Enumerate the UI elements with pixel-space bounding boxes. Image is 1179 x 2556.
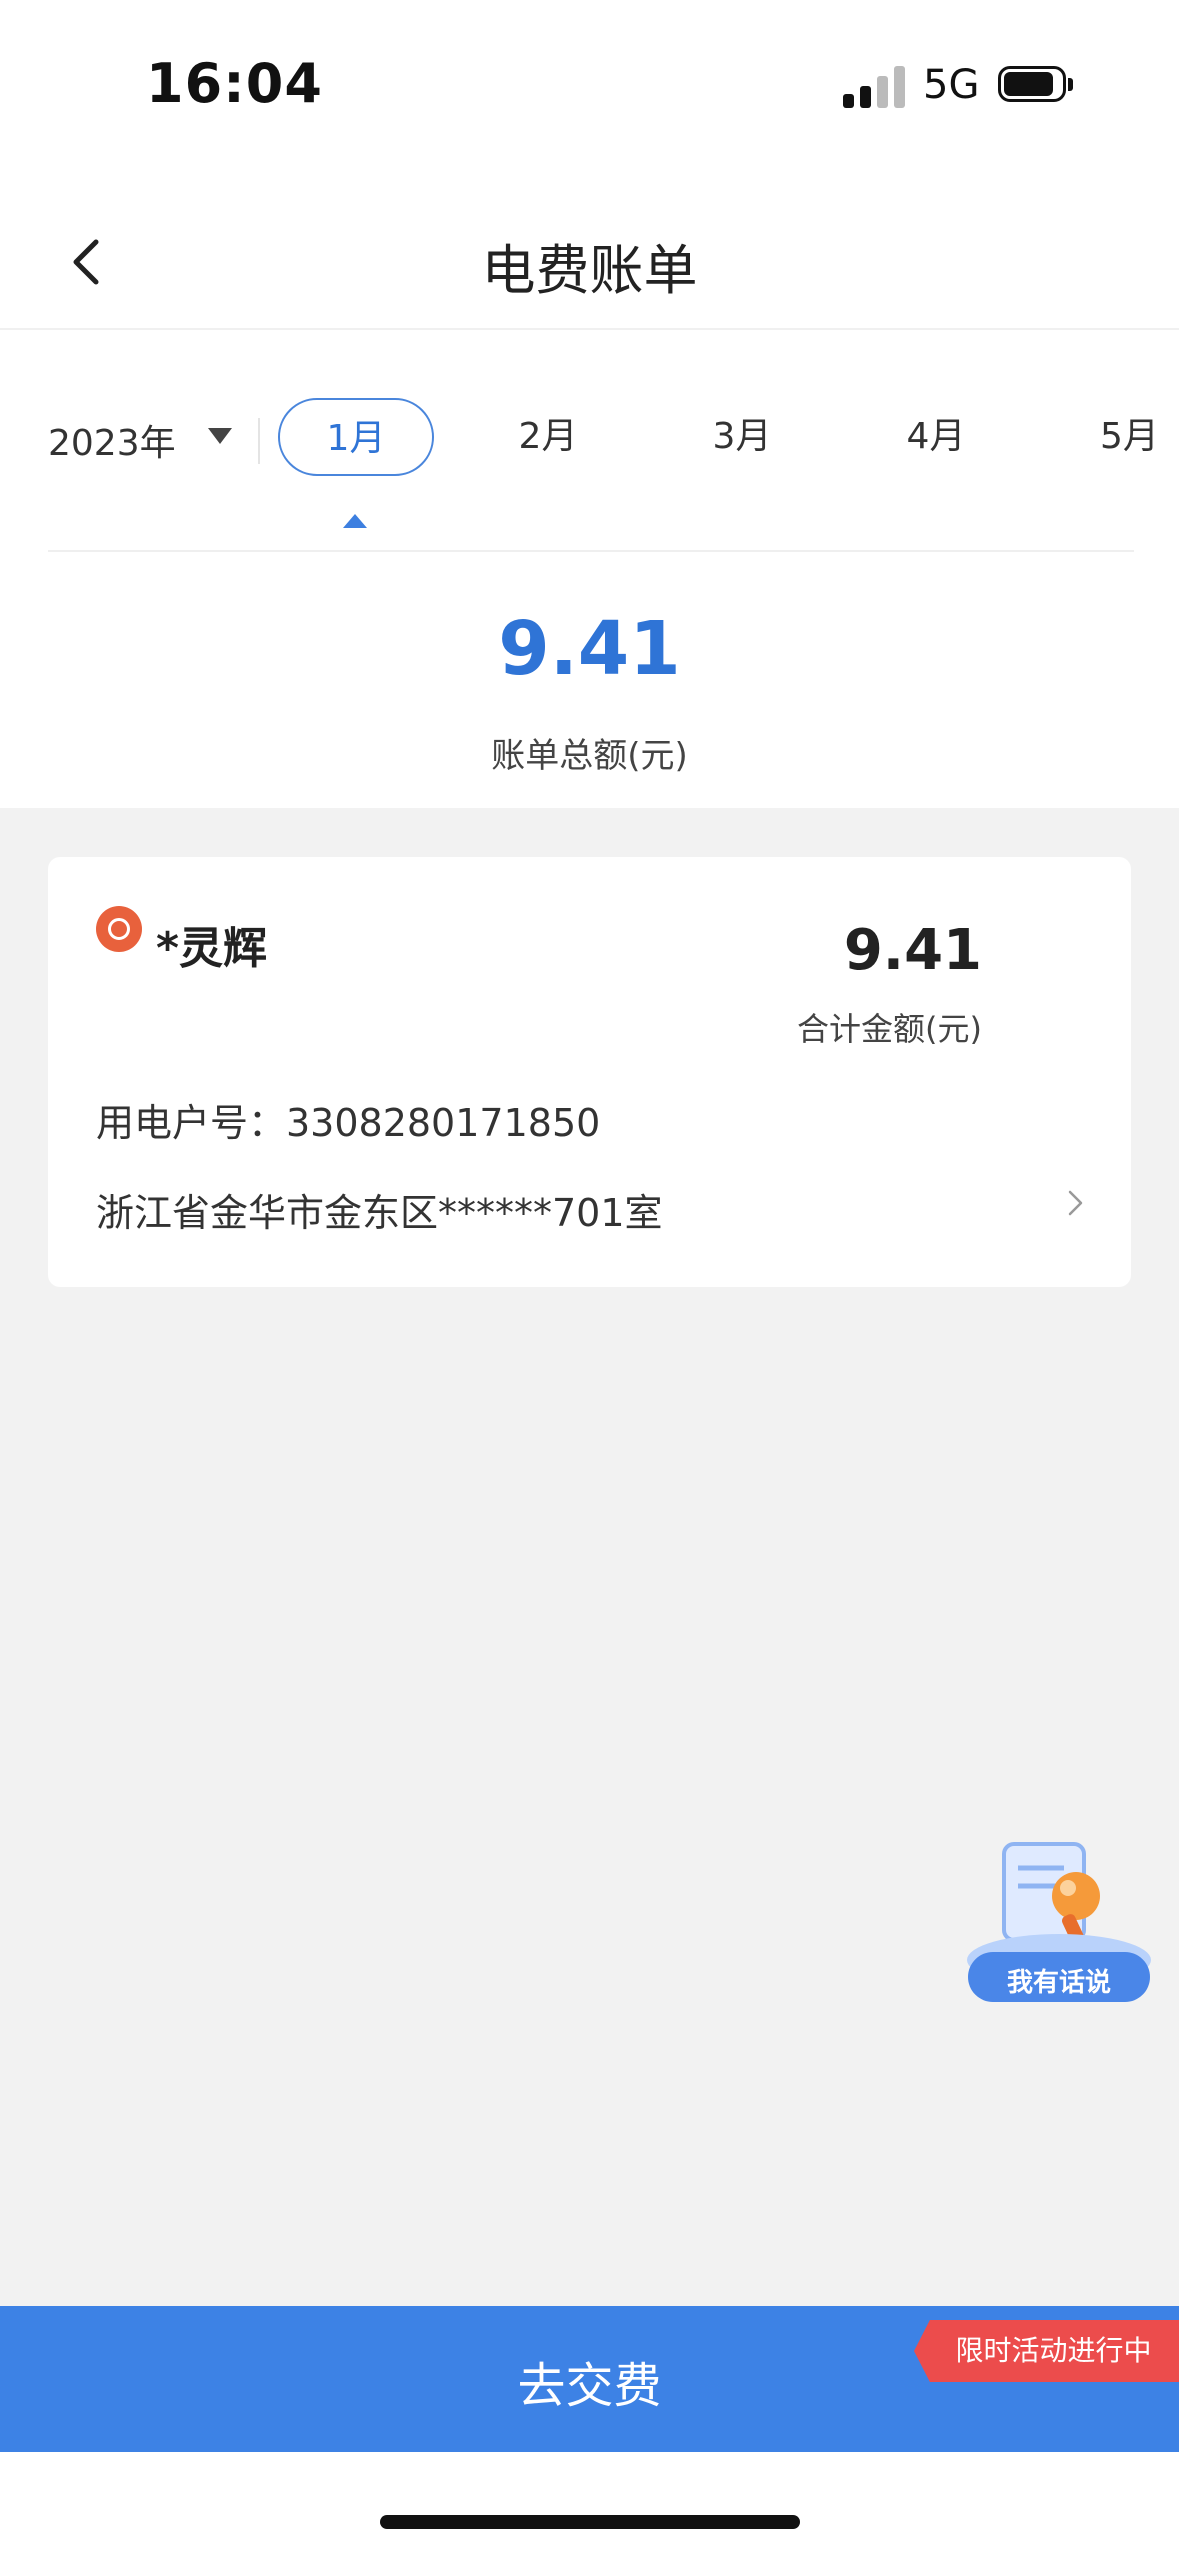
home-indicator-area	[0, 2452, 1179, 2556]
chevron-left-icon	[73, 239, 99, 285]
bill-total: 9.41	[498, 606, 681, 692]
year-selector[interactable]: 2023年	[48, 414, 176, 466]
tab-month-4[interactable]: 4月	[858, 398, 1014, 476]
home-indicator[interactable]	[380, 2515, 800, 2529]
promo-badge: 限时活动进行中	[914, 2320, 1179, 2382]
caret-down-icon[interactable]	[208, 428, 232, 444]
chevron-right-icon[interactable]	[1062, 1190, 1088, 1216]
card-amount-label: 合计金额(元)	[797, 1010, 982, 1048]
feedback-label: 我有话说	[1006, 1968, 1111, 1998]
divider	[48, 550, 1134, 552]
signal-icon	[843, 66, 907, 108]
account-number: 用电户号：3308280171850	[96, 1101, 601, 1145]
feedback-button[interactable]: 我有话说	[964, 1840, 1154, 2010]
network-type: 5G	[923, 62, 980, 108]
power-company-logo-icon	[96, 906, 142, 952]
back-button[interactable]	[60, 226, 120, 296]
account-holder-name: *灵辉	[156, 923, 268, 974]
card-amount: 9.41	[843, 918, 982, 983]
active-month-indicator	[343, 514, 367, 528]
status-time: 16:04	[146, 52, 323, 115]
tab-month-2[interactable]: 2月	[470, 398, 626, 476]
bill-total-label: 账单总额(元)	[491, 736, 688, 776]
tab-month-5-clip: 5月	[1100, 398, 1179, 476]
account-address: 浙江省金华市金东区******701室	[96, 1191, 663, 1235]
tab-month-5[interactable]: 5月	[1100, 398, 1179, 476]
divider	[258, 418, 260, 464]
battery-icon	[998, 66, 1074, 106]
page-title: 电费账单	[481, 239, 698, 302]
tab-month-1[interactable]: 1月	[278, 398, 434, 476]
tab-month-3[interactable]: 3月	[664, 398, 820, 476]
